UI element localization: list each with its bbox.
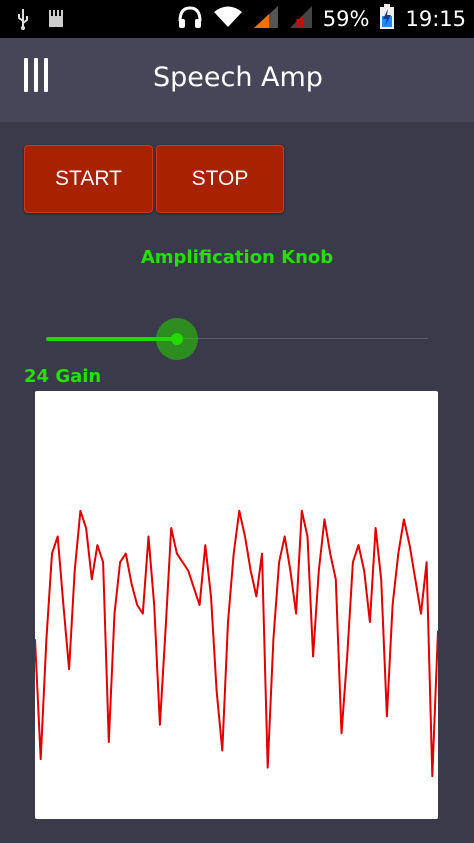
gain-value-label: 24 Gain <box>24 366 102 387</box>
gain-slider[interactable] <box>46 318 428 360</box>
stop-button[interactable]: STOP <box>156 145 284 213</box>
sd-card-icon <box>48 8 64 34</box>
waveform-panel <box>35 391 438 819</box>
battery-percent: 59% <box>322 7 370 31</box>
menu-icon[interactable] <box>24 58 50 94</box>
signal-no-data-icon <box>289 5 313 33</box>
app-bar: Speech Amp <box>0 38 474 122</box>
waveform-line <box>35 509 438 778</box>
battery-charging-icon <box>379 4 395 34</box>
status-bar: 59% 19:15 <box>0 0 474 38</box>
amplification-knob-title: Amplification Knob <box>140 247 334 268</box>
usb-icon <box>16 8 30 34</box>
waveform-graph <box>35 509 438 778</box>
page-title: Speech Amp <box>153 62 323 93</box>
start-button[interactable]: START <box>24 145 153 213</box>
signal-icon <box>253 5 279 33</box>
wifi-icon <box>213 5 243 33</box>
slider-thumb[interactable] <box>170 333 183 345</box>
clock: 19:15 <box>405 7 466 31</box>
headphones-icon <box>177 5 203 33</box>
